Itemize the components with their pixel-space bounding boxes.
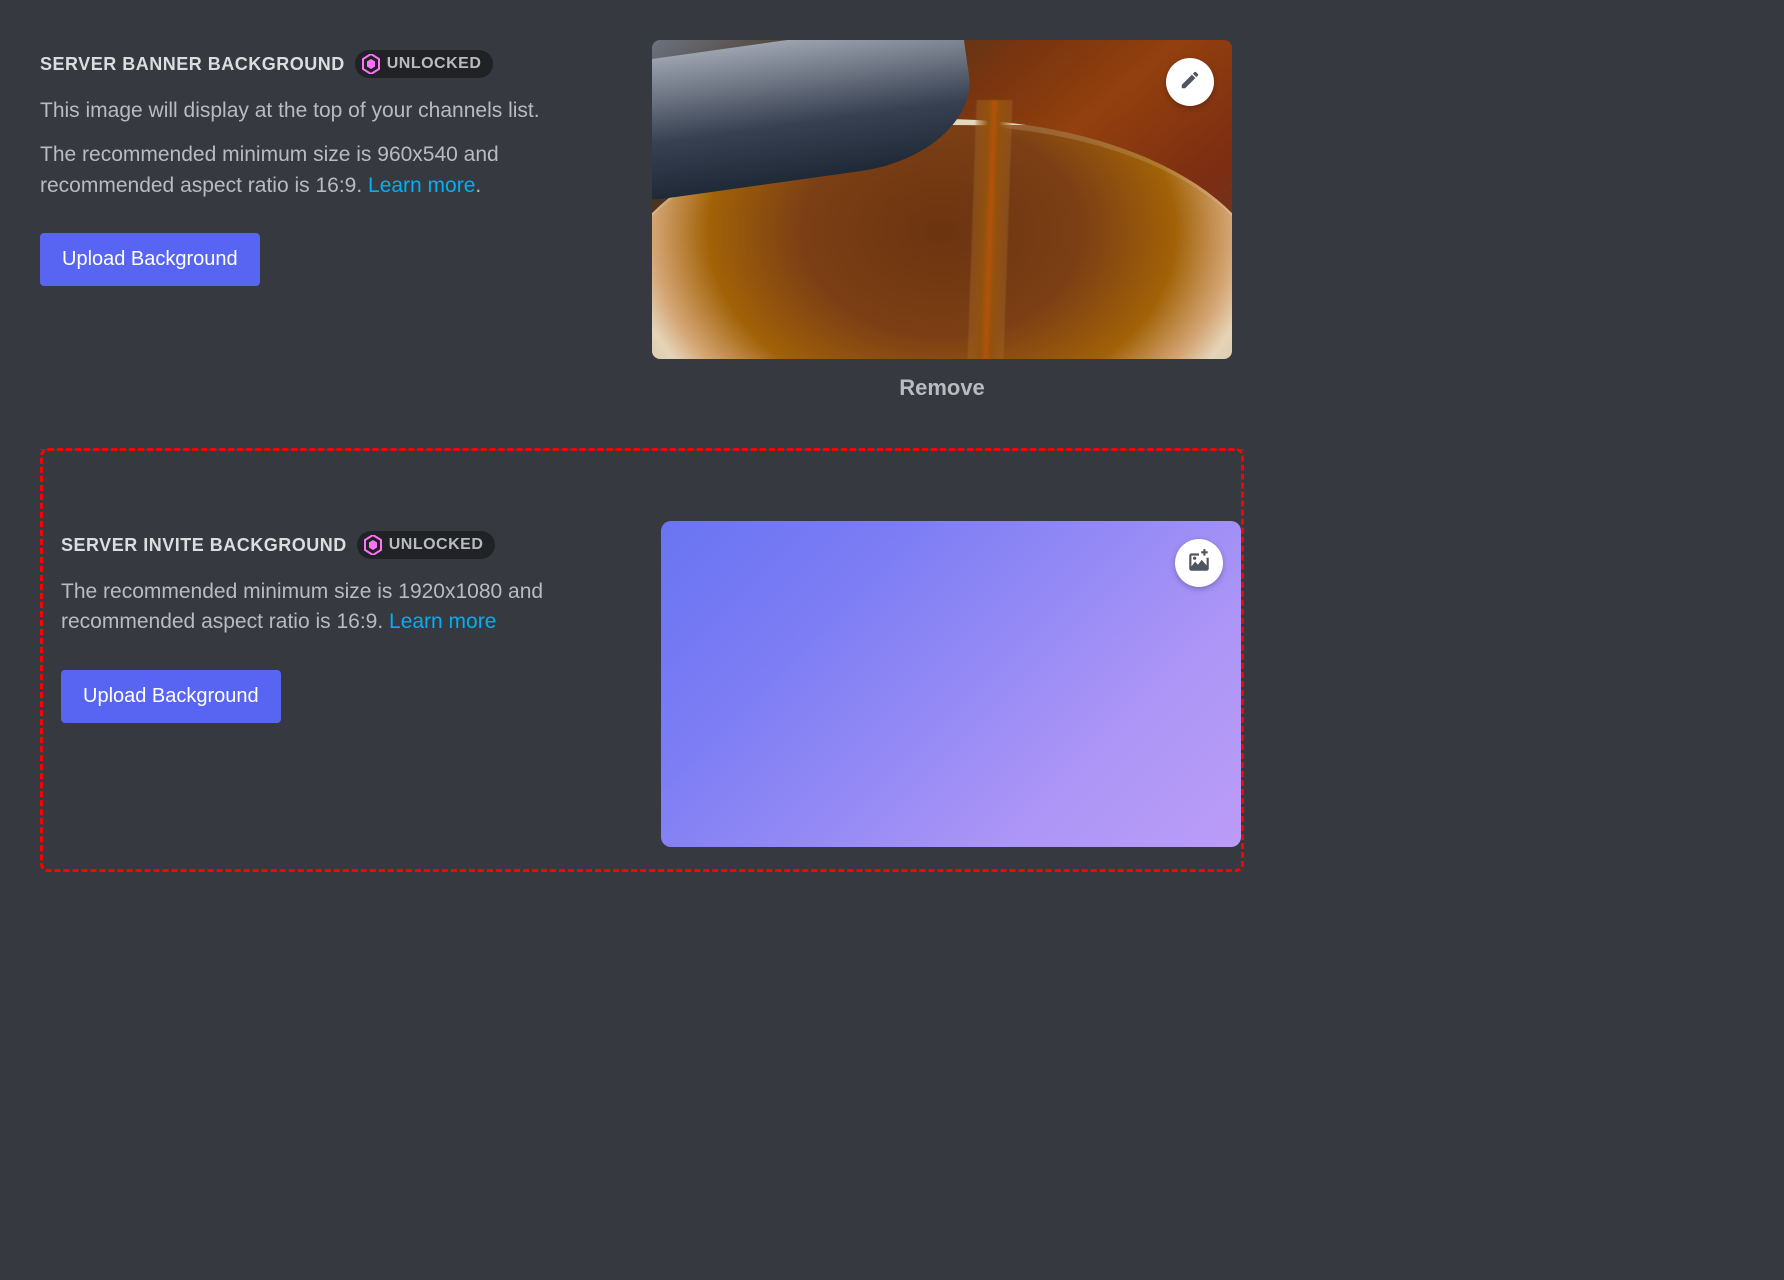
boost-gem-icon xyxy=(361,54,381,74)
pencil-icon xyxy=(1179,69,1201,96)
invite-unlocked-text: UNLOCKED xyxy=(389,536,484,554)
invite-description: The recommended minimum size is 1920x108… xyxy=(61,577,641,638)
invite-left-column: SERVER INVITE BACKGROUND UNLOCKED The re… xyxy=(61,521,641,723)
invite-highlight-box: SERVER INVITE BACKGROUND UNLOCKED The re… xyxy=(40,448,1244,872)
banner-heading-row: SERVER BANNER BACKGROUND UNLOCKED xyxy=(40,50,620,78)
banner-left-column: SERVER BANNER BACKGROUND UNLOCKED This i… xyxy=(40,40,620,286)
banner-desc2-post: . xyxy=(475,174,481,197)
invite-right-column xyxy=(661,521,1241,847)
invite-add-image-button[interactable] xyxy=(1175,539,1223,587)
banner-right-column: Remove xyxy=(640,40,1244,401)
invite-section: SERVER INVITE BACKGROUND UNLOCKED The re… xyxy=(61,521,1223,847)
banner-preview-image xyxy=(652,40,1232,359)
invite-learn-more-link[interactable]: Learn more xyxy=(389,610,496,633)
banner-unlocked-text: UNLOCKED xyxy=(387,55,482,73)
banner-section: SERVER BANNER BACKGROUND UNLOCKED This i… xyxy=(40,40,1244,401)
add-image-icon xyxy=(1186,548,1212,579)
invite-heading: SERVER INVITE BACKGROUND xyxy=(61,535,347,556)
banner-unlocked-badge: UNLOCKED xyxy=(355,50,494,78)
banner-edit-button[interactable] xyxy=(1166,58,1214,106)
banner-description-2: The recommended minimum size is 960x540 … xyxy=(40,140,620,201)
banner-remove-link[interactable]: Remove xyxy=(899,375,985,401)
invite-upload-button[interactable]: Upload Background xyxy=(61,670,281,723)
banner-learn-more-link[interactable]: Learn more xyxy=(368,174,475,197)
banner-upload-button[interactable]: Upload Background xyxy=(40,233,260,286)
invite-preview-placeholder[interactable] xyxy=(661,521,1241,847)
boost-gem-icon xyxy=(363,535,383,555)
banner-heading: SERVER BANNER BACKGROUND xyxy=(40,54,345,75)
invite-unlocked-badge: UNLOCKED xyxy=(357,531,496,559)
banner-description-1: This image will display at the top of yo… xyxy=(40,96,620,126)
invite-heading-row: SERVER INVITE BACKGROUND UNLOCKED xyxy=(61,531,641,559)
